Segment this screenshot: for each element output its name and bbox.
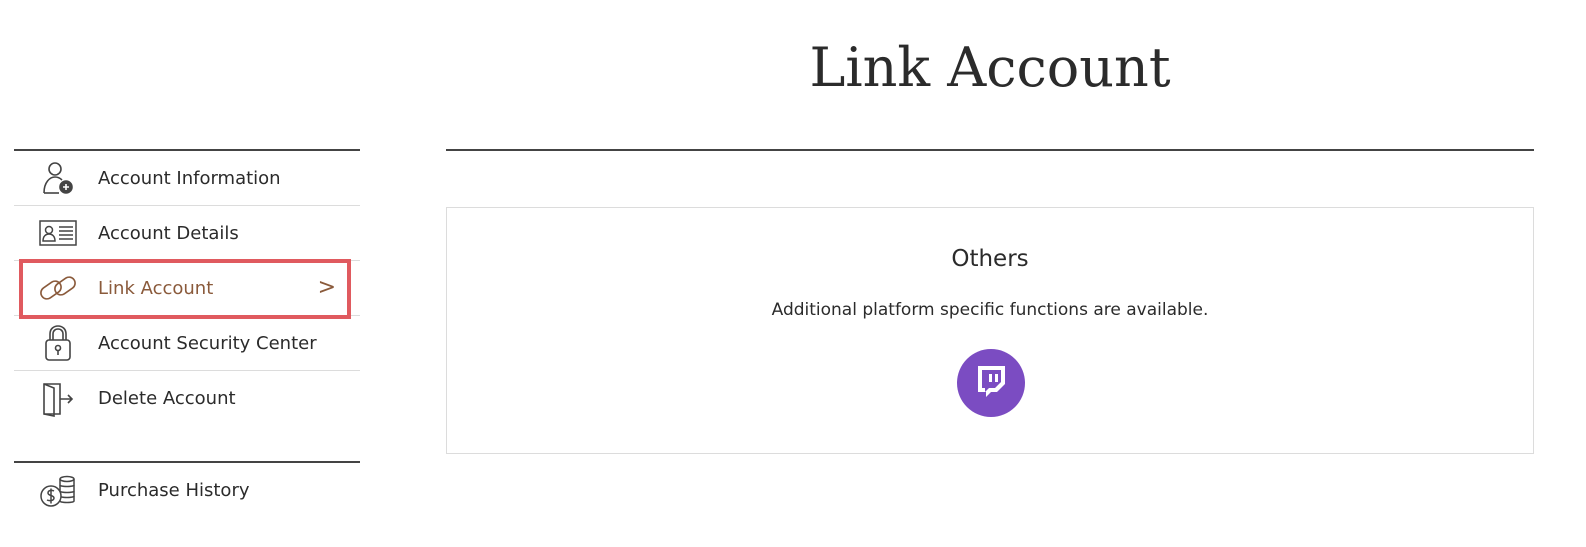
sidebar-purchase-group: Purchase History bbox=[14, 461, 360, 518]
coins-icon bbox=[37, 471, 79, 511]
main-divider bbox=[446, 149, 1534, 151]
sidebar-item-account-details[interactable]: Account Details bbox=[14, 206, 360, 261]
sidebar-item-label: Account Details bbox=[98, 222, 239, 244]
sidebar-item-account-security-center[interactable]: Account Security Center bbox=[14, 316, 360, 371]
account-sidebar: Account Information Account Details Link… bbox=[14, 149, 360, 518]
id-card-icon bbox=[37, 213, 79, 253]
twitch-icon bbox=[974, 363, 1008, 403]
padlock-icon bbox=[37, 323, 79, 363]
user-add-icon bbox=[37, 158, 79, 198]
panel-heading: Others bbox=[951, 246, 1029, 272]
link-icon bbox=[37, 268, 79, 308]
sidebar-item-link-account[interactable]: Link Account > bbox=[14, 261, 360, 316]
page-title: Link Account bbox=[809, 36, 1171, 99]
twitch-link-button[interactable] bbox=[957, 349, 1025, 417]
sidebar-item-purchase-history[interactable]: Purchase History bbox=[14, 463, 360, 518]
sidebar-item-delete-account[interactable]: Delete Account bbox=[14, 371, 360, 426]
sidebar-item-account-information[interactable]: Account Information bbox=[14, 151, 360, 206]
sidebar-item-label: Account Information bbox=[98, 167, 281, 189]
exit-door-icon bbox=[37, 379, 79, 419]
sidebar-item-label: Purchase History bbox=[98, 480, 250, 501]
panel-description: Additional platform specific functions a… bbox=[771, 300, 1209, 320]
chevron-right-icon: > bbox=[317, 275, 336, 300]
sidebar-item-label: Account Security Center bbox=[98, 332, 317, 354]
sidebar-item-label: Link Account bbox=[98, 277, 214, 299]
others-panel: Others Additional platform specific func… bbox=[446, 207, 1534, 454]
sidebar-item-label: Delete Account bbox=[98, 388, 236, 409]
sidebar-account-group: Account Information Account Details Link… bbox=[14, 149, 360, 426]
